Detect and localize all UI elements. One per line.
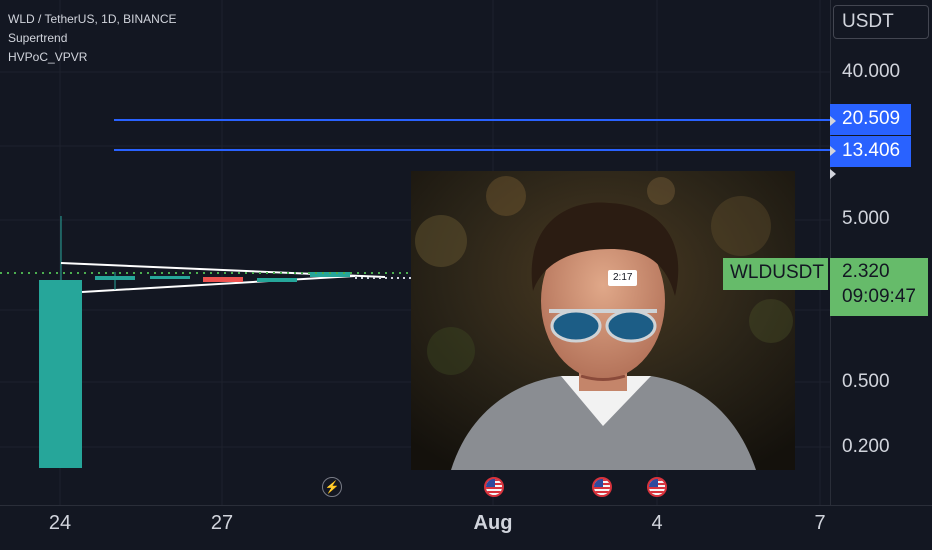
candle-body[interactable]: [95, 276, 135, 280]
candle-body[interactable]: [39, 280, 82, 468]
indicator-hvpoc-vpvr[interactable]: HVPoC_VPVR: [8, 50, 87, 64]
chart-area[interactable]: WLD / TetherUS, 1D, BINANCE Supertrend H…: [0, 0, 830, 505]
candle-body[interactable]: [257, 278, 297, 282]
bar-countdown: 09:09:47: [842, 286, 916, 307]
currency-selector-button[interactable]: USDT: [833, 5, 929, 39]
us-flag-icon[interactable]: [592, 477, 612, 497]
level-marker-icon: [830, 169, 836, 179]
drawing-label[interactable]: 2:17: [608, 270, 638, 286]
candle-body[interactable]: [150, 276, 190, 279]
symbol-tag[interactable]: WLDUSDT: [723, 258, 828, 290]
us-flag-icon[interactable]: [484, 477, 504, 497]
time-axis[interactable]: [0, 505, 932, 550]
last-price-tag[interactable]: 2.320 09:09:47: [830, 258, 928, 316]
level-2-price-tag[interactable]: 13.406: [830, 136, 911, 167]
level-1-price-tag[interactable]: 20.509: [830, 104, 911, 135]
symbol-title[interactable]: WLD / TetherUS, 1D, BINANCE: [8, 12, 177, 26]
candle-body[interactable]: [203, 277, 243, 282]
price-axis-label: 0.200: [842, 436, 890, 457]
time-axis-label: 7: [814, 512, 826, 534]
price-axis-label: 40.000: [842, 61, 901, 82]
us-flag-icon[interactable]: [647, 477, 667, 497]
level-marker-icon: [830, 116, 836, 126]
price-axis-label: 5.000: [842, 208, 890, 229]
time-axis-label: 27: [210, 512, 234, 534]
indicator-supertrend[interactable]: Supertrend: [8, 31, 67, 45]
level-marker-icon: [830, 146, 836, 156]
lightning-bolt-icon[interactable]: ⚡: [322, 477, 342, 497]
last-price-value: 2.320: [842, 261, 890, 282]
price-axis-label: 0.500: [842, 371, 890, 392]
time-axis-label: 24: [48, 512, 72, 534]
time-axis-label: Aug: [473, 512, 513, 534]
time-axis-label: 4: [651, 512, 663, 534]
overlay-portrait-image: [411, 171, 795, 470]
